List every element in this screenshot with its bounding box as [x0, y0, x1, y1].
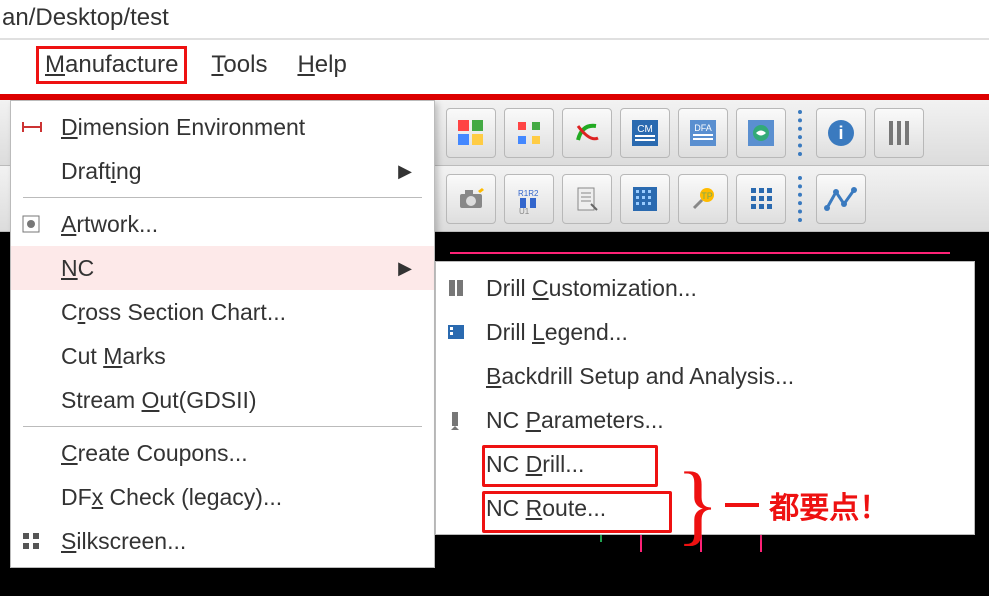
annotation-text: 都要点！	[769, 483, 889, 527]
menu-artwork[interactable]: Artwork...	[11, 202, 434, 246]
toolbar-button[interactable]	[504, 108, 554, 158]
menu-nc[interactable]: NC ▶	[11, 246, 434, 290]
toolbar-button[interactable]	[562, 174, 612, 224]
toolbar-separator	[798, 110, 804, 156]
menu-drill-legend[interactable]: Drill Legend...	[436, 310, 974, 354]
svg-text:TP: TP	[701, 191, 713, 201]
toolbar-button[interactable]	[816, 174, 866, 224]
menu-dimension-environment[interactable]: Dimension Environment	[11, 105, 434, 149]
svg-text:R1R2: R1R2	[518, 189, 539, 198]
menu-help[interactable]: Help	[291, 49, 352, 81]
menu-drill-customization[interactable]: Drill Customization...	[436, 266, 974, 310]
toolbar-button[interactable]: TP	[678, 174, 728, 224]
submenu-arrow-icon: ▶	[398, 161, 416, 182]
toolbar-separator	[798, 176, 804, 222]
svg-text:i: i	[838, 123, 843, 143]
toolbar-button[interactable]	[562, 108, 612, 158]
menu-nc-parameters[interactable]: NC Parameters...	[436, 398, 974, 442]
brace-icon: }	[676, 470, 719, 540]
menu-dfx-check[interactable]: DFx Check (legacy)...	[11, 475, 434, 519]
silkscreen-icon	[21, 531, 51, 551]
artwork-icon	[21, 214, 51, 234]
window-path: an/Desktop/test	[2, 4, 169, 31]
highlight-nc-drill	[482, 445, 658, 487]
svg-text:CM: CM	[637, 124, 653, 135]
manufacture-menu: Dimension Environment Drafting ▶ Artwork…	[10, 100, 435, 568]
title-bar: an/Desktop/test	[0, 0, 989, 40]
svg-text:U1: U1	[519, 207, 530, 214]
menu-cut-marks[interactable]: Cut Marks	[11, 334, 434, 378]
toolbar-button[interactable]	[874, 108, 924, 158]
menu-silkscreen[interactable]: Silkscreen...	[11, 519, 434, 563]
drill-custom-icon	[446, 278, 476, 298]
camera-button[interactable]	[446, 174, 496, 224]
toolbar-button[interactable]: R1R2 U1	[504, 174, 554, 224]
menu-tools[interactable]: Tools	[205, 49, 273, 81]
submenu-arrow-icon: ▶	[398, 258, 416, 279]
svg-text:DFA: DFA	[694, 123, 712, 133]
nc-params-icon	[446, 410, 476, 430]
toolbar-button[interactable]	[620, 174, 670, 224]
info-button[interactable]: i	[816, 108, 866, 158]
menu-separator	[23, 426, 422, 427]
annotation: } 都要点！	[676, 470, 889, 540]
highlight-nc-route	[482, 491, 672, 533]
menu-separator	[23, 197, 422, 198]
toolbar-button[interactable]: CM	[620, 108, 670, 158]
drill-legend-icon	[446, 322, 476, 342]
toolbar-button[interactable]	[736, 174, 786, 224]
menu-create-coupons[interactable]: Create Coupons...	[11, 431, 434, 475]
menu-stream-out[interactable]: Stream Out(GDSII)	[11, 378, 434, 422]
menu-manufacture[interactable]: Manufacture	[36, 46, 187, 84]
toolbar-button[interactable]	[446, 108, 496, 158]
menu-backdrill[interactable]: Backdrill Setup and Analysis...	[436, 354, 974, 398]
menu-cross-section[interactable]: Cross Section Chart...	[11, 290, 434, 334]
dash-icon	[725, 503, 759, 507]
dimension-icon	[21, 120, 51, 134]
menu-bar: Manufacture Tools Help	[0, 40, 989, 94]
toolbar-button[interactable]: DFA	[678, 108, 728, 158]
toolbar-button[interactable]	[736, 108, 786, 158]
menu-drafting[interactable]: Drafting ▶	[11, 149, 434, 193]
